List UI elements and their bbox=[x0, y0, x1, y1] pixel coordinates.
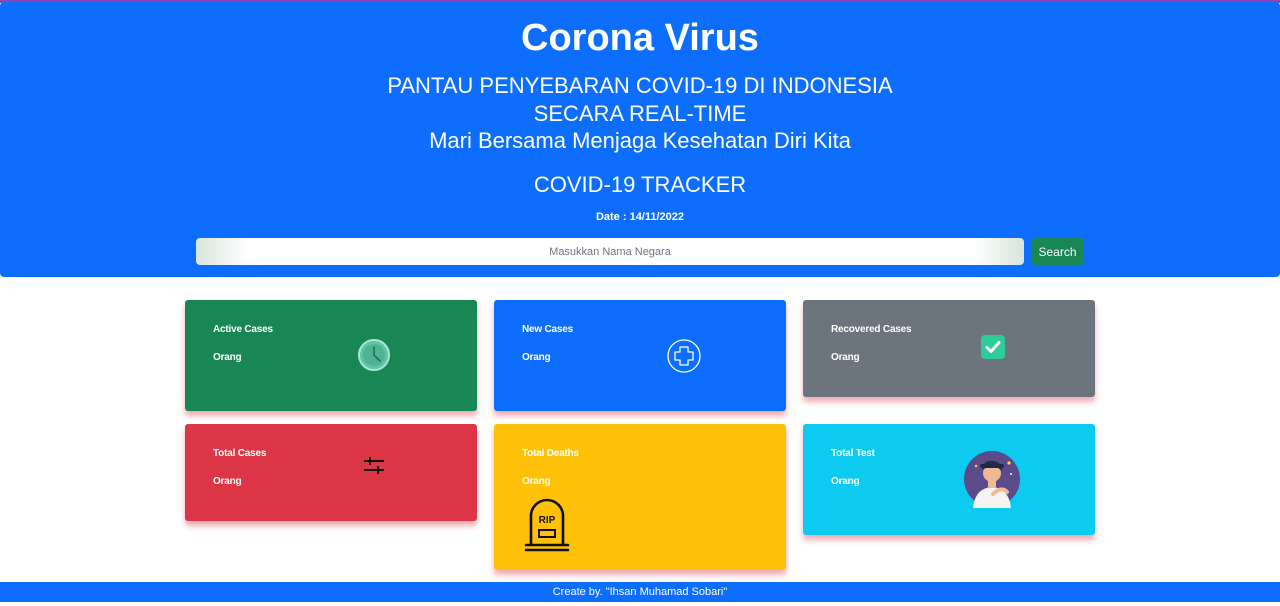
card-unit: Orang bbox=[522, 476, 551, 487]
footer: Create by. "Ihsan Muhamad Sobari" bbox=[0, 582, 1280, 602]
card-label: New Cases bbox=[522, 324, 574, 335]
header-banner: Corona Virus PANTAU PENYEBARAN COVID-19 … bbox=[0, 2, 1280, 277]
sick-person-icon bbox=[964, 451, 1020, 508]
recovered-cases-card: Recovered Cases Orang bbox=[803, 300, 1095, 397]
subtitle-line-2: SECARA REAL-TIME bbox=[533, 101, 747, 126]
card-unit: Orang bbox=[831, 352, 860, 363]
card-label: Recovered Cases bbox=[831, 324, 912, 335]
subtitle-line-3: Mari Bersama Menjaga Kesehatan Diri Kita bbox=[429, 128, 851, 153]
card-unit: Orang bbox=[831, 476, 860, 487]
page-title: Corona Virus bbox=[521, 17, 759, 59]
card-unit: Orang bbox=[522, 352, 551, 363]
active-cases-card: Active Cases Orang bbox=[185, 300, 477, 411]
card-unit: Orang bbox=[213, 476, 242, 487]
country-search-input[interactable] bbox=[196, 238, 1024, 265]
total-cases-card: Total Cases Orang bbox=[185, 424, 477, 521]
date-label: Date : 14/11/2022 bbox=[595, 211, 685, 223]
check-square-icon bbox=[981, 335, 1005, 359]
subtitle-line-1: PANTAU PENYEBARAN COVID-19 DI INDONESIA bbox=[387, 73, 893, 98]
sliders-icon bbox=[364, 457, 384, 474]
card-label: Total Deaths bbox=[522, 448, 579, 459]
card-label: Total Test bbox=[831, 448, 875, 459]
tracker-title: COVID-19 TRACKER bbox=[533, 172, 747, 197]
plus-circle-icon bbox=[667, 339, 701, 373]
new-cases-card: New Cases Orang bbox=[494, 300, 786, 411]
card-label: Total Cases bbox=[213, 448, 267, 459]
tombstone-icon: RIP bbox=[524, 498, 570, 552]
card-unit: Orang bbox=[213, 352, 242, 363]
search-button[interactable]: Search bbox=[1031, 238, 1084, 265]
card-label: Active Cases bbox=[213, 324, 273, 335]
clock-icon bbox=[358, 339, 390, 371]
total-test-card: Total Test Orang bbox=[803, 424, 1095, 535]
svg-text:RIP: RIP bbox=[539, 515, 556, 526]
total-deaths-card: Total Deaths Orang RIP bbox=[494, 424, 786, 570]
